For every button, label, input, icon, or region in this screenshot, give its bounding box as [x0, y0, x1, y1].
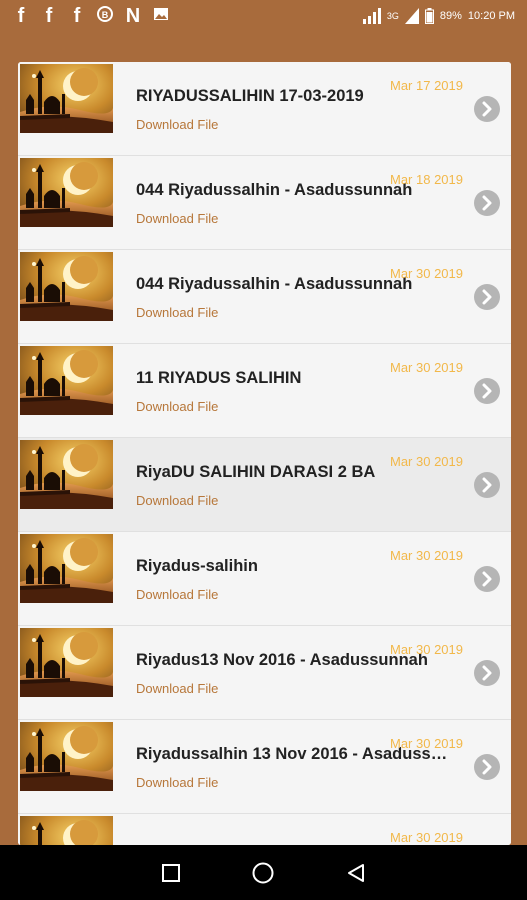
chat-icon: B: [96, 5, 114, 27]
mosque-thumbnail: [20, 252, 113, 321]
n-app-icon: N: [125, 5, 141, 27]
mosque-thumbnail: [20, 628, 113, 697]
recent-apps-icon[interactable]: [161, 863, 181, 883]
facebook-icon: f: [73, 5, 81, 27]
wifi-signal-icon: [362, 8, 381, 24]
mosque-thumbnail: [20, 816, 113, 845]
mosque-thumbnail: [20, 346, 113, 415]
home-icon[interactable]: [251, 861, 275, 885]
status-bar: f f f B N 3G 89% 10:20 PM: [0, 0, 527, 32]
image-icon: [152, 6, 170, 26]
list-item[interactable]: RIYADUSSALIHIN 17-03-2019 Download File …: [18, 62, 511, 156]
list-item[interactable]: Mar 30 2019: [18, 814, 511, 845]
list-item[interactable]: Riyadus13 Nov 2016 - Asadussunnah Downlo…: [18, 626, 511, 720]
cell-signal-icon: [404, 8, 419, 24]
facebook-icon: f: [17, 5, 25, 27]
item-date: Mar 30 2019: [390, 830, 463, 845]
download-file-link[interactable]: Download File: [136, 399, 218, 414]
item-date: Mar 30 2019: [390, 736, 463, 751]
battery-percent: 89%: [439, 10, 462, 22]
back-icon[interactable]: [345, 862, 367, 884]
facebook-icon: f: [45, 5, 53, 27]
download-file-link[interactable]: Download File: [136, 493, 218, 508]
chevron-right-icon[interactable]: [474, 754, 500, 780]
chevron-right-icon[interactable]: [474, 660, 500, 686]
item-date: Mar 30 2019: [390, 642, 463, 657]
clock: 10:20 PM: [467, 10, 515, 22]
chevron-right-icon[interactable]: [474, 472, 500, 498]
download-file-link[interactable]: Download File: [136, 587, 218, 602]
mosque-thumbnail: [20, 722, 113, 791]
chevron-right-icon[interactable]: [474, 96, 500, 122]
list-item[interactable]: Riyadus-salihin Download File Mar 30 201…: [18, 532, 511, 626]
download-file-link[interactable]: Download File: [136, 681, 218, 696]
chevron-right-icon[interactable]: [474, 378, 500, 404]
mosque-thumbnail: [20, 534, 113, 603]
svg-text:B: B: [102, 10, 109, 20]
download-file-link[interactable]: Download File: [136, 211, 218, 226]
mosque-thumbnail: [20, 440, 113, 509]
list-item[interactable]: Riyadussalhin 13 Nov 2016 - Asadussunnah…: [18, 720, 511, 814]
battery-icon: [424, 8, 434, 24]
download-file-link[interactable]: Download File: [136, 305, 218, 320]
navigation-bar: [0, 845, 527, 900]
system-indicators: 3G 89% 10:20 PM: [362, 8, 527, 24]
list-item[interactable]: 11 RIYADUS SALIHIN Download File Mar 30 …: [18, 344, 511, 438]
item-date: Mar 30 2019: [390, 266, 463, 281]
chevron-right-icon[interactable]: [474, 284, 500, 310]
item-date: Mar 30 2019: [390, 360, 463, 375]
list-item[interactable]: 044 Riyadussalhin - Asadussunnah Downloa…: [18, 250, 511, 344]
list-item[interactable]: RiyaDU SALIHIN DARASI 2 BA Download File…: [18, 438, 511, 532]
download-file-link[interactable]: Download File: [136, 775, 218, 790]
network-type: 3G: [386, 11, 399, 21]
list-item[interactable]: 044 Riyadussalhin - Asadussunnah Downloa…: [18, 156, 511, 250]
item-date: Mar 18 2019: [390, 172, 463, 187]
item-date: Mar 30 2019: [390, 548, 463, 563]
download-file-link[interactable]: Download File: [136, 117, 218, 132]
chevron-right-icon[interactable]: [474, 566, 500, 592]
item-date: Mar 17 2019: [390, 78, 463, 93]
file-list: RIYADUSSALIHIN 17-03-2019 Download File …: [18, 62, 511, 845]
mosque-thumbnail: [20, 64, 113, 133]
item-date: Mar 30 2019: [390, 454, 463, 469]
notification-icons: f f f B N: [0, 5, 170, 27]
mosque-thumbnail: [20, 158, 113, 227]
chevron-right-icon[interactable]: [474, 190, 500, 216]
